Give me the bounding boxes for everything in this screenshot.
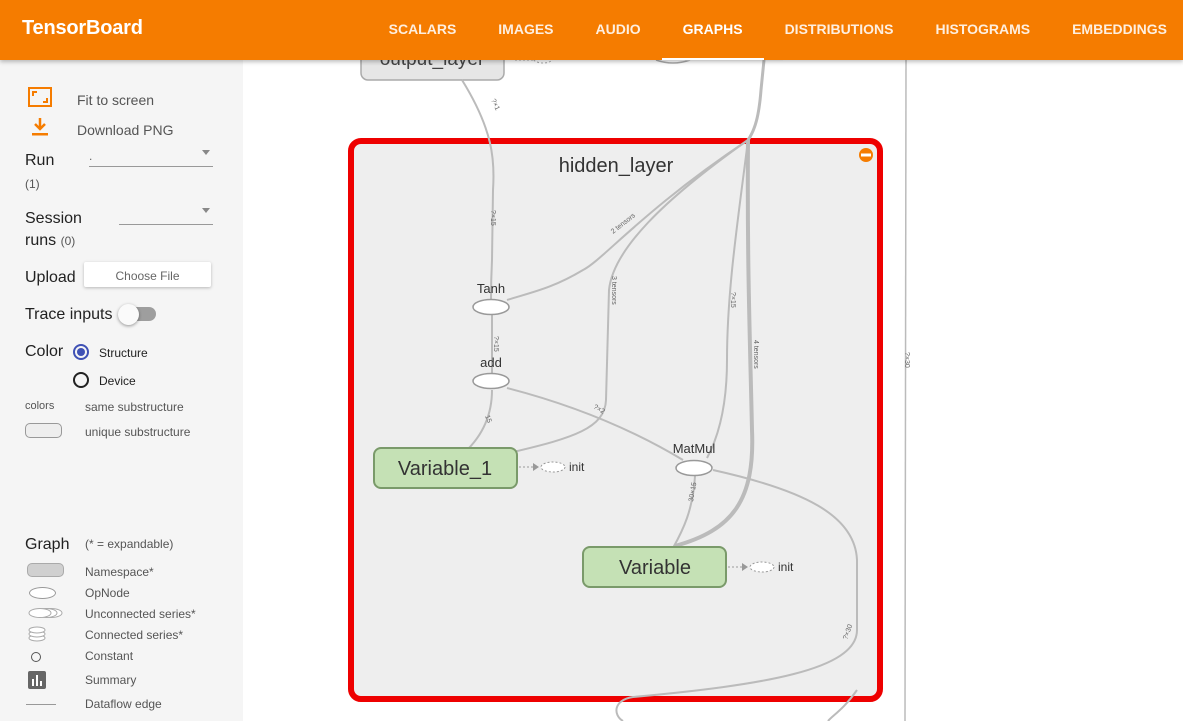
download-png-button[interactable]: Download PNG	[77, 122, 174, 138]
trace-inputs-label: Trace inputs	[25, 306, 113, 323]
edge-label-tanh-in: ?×15	[489, 210, 496, 226]
output-layer-init-stub	[515, 60, 553, 64]
top-app-bar: TensorBoard SCALARS IMAGES AUDIO GRAPHS …	[0, 0, 1183, 60]
nav-tabs: SCALARS IMAGES AUDIO GRAPHS DISTRIBUTION…	[368, 0, 1183, 60]
tab-histograms[interactable]: HISTOGRAMS	[914, 0, 1051, 60]
radio-structure-label: Structure	[99, 346, 148, 360]
output-layer-label: output_layer	[380, 60, 485, 70]
collapse-icon[interactable]	[859, 148, 873, 162]
expandable-note: (* = expandable)	[85, 537, 174, 551]
variable-label: Variable	[619, 557, 691, 579]
color-label: Color	[25, 343, 64, 360]
tanh-label: Tanh	[477, 281, 505, 296]
run-select[interactable]: .	[89, 145, 213, 167]
edge-label-matmul-in: ?×15	[729, 292, 736, 308]
variable-1-init-label: init	[569, 460, 585, 474]
edge-label-tanh-add: ?×15	[492, 336, 499, 352]
session-runs-label: runs (0)	[25, 232, 75, 250]
sidebar: Fit to screen Download PNG Run (1) . Ses…	[0, 60, 243, 721]
legend-summary: Summary	[85, 673, 137, 687]
edge-label-output-in: ?×1	[489, 98, 500, 112]
namespace-swatch	[27, 563, 64, 577]
trace-inputs-toggle-knob[interactable]	[118, 304, 139, 325]
tab-embeddings[interactable]: EMBEDDINGS	[1051, 0, 1183, 60]
radio-device-label: Device	[99, 374, 136, 388]
edge-label-four-tensors: 4 tensors	[752, 340, 759, 369]
graph-canvas[interactable]: ?×30 output_layer hidden_layer	[243, 60, 1183, 721]
tab-images[interactable]: IMAGES	[477, 0, 574, 60]
session-count: (0)	[60, 234, 76, 248]
tab-audio[interactable]: AUDIO	[575, 0, 662, 60]
tab-scalars[interactable]: SCALARS	[368, 0, 478, 60]
dataflow-swatch	[26, 704, 56, 705]
session-label: Session	[25, 210, 82, 227]
edge-top-spine	[746, 60, 766, 141]
legend-connected: Connected series*	[85, 628, 184, 642]
constant-swatch	[31, 652, 41, 662]
graph-svg[interactable]: ?×30 output_layer hidden_layer	[243, 60, 1183, 721]
unique-substructure-label: unique substructure	[85, 425, 191, 439]
same-substructure-label: same substructure	[85, 400, 184, 414]
unconnected-series-icon	[28, 608, 63, 618]
output-layer-node[interactable]: output_layer	[360, 60, 505, 81]
variable-init-label: init	[778, 560, 794, 574]
legend-constant: Constant	[85, 649, 134, 663]
opnode-swatch	[29, 587, 56, 599]
chevron-down-icon	[202, 208, 210, 213]
fit-to-screen-button[interactable]: Fit to screen	[77, 92, 154, 108]
connected-series-icon	[28, 626, 46, 642]
variable-node[interactable]: Variable	[582, 546, 727, 588]
unique-substructure-swatch	[25, 423, 62, 438]
edge-label-right: ?×30	[903, 352, 910, 368]
legend-unconnected: Unconnected series*	[85, 607, 196, 621]
run-select-value: .	[89, 149, 93, 163]
variable-1-label: Variable_1	[398, 458, 492, 480]
graph-legend-title: Graph	[25, 536, 70, 553]
chevron-down-icon	[202, 150, 210, 155]
run-label: Run	[25, 152, 55, 169]
summary-icon	[28, 671, 46, 689]
app-title: TensorBoard	[22, 17, 143, 39]
colors-caption: colors	[25, 400, 55, 412]
radio-structure[interactable]	[73, 344, 89, 360]
tab-distributions[interactable]: DISTRIBUTIONS	[764, 0, 915, 60]
radio-device[interactable]	[73, 372, 89, 388]
session-select[interactable]	[119, 203, 213, 225]
hidden-layer-title: hidden_layer	[559, 155, 674, 177]
edge-right-vertical	[904, 60, 907, 721]
matmul-label: MatMul	[673, 441, 716, 456]
upload-label: Upload	[25, 269, 76, 286]
download-icon[interactable]	[31, 117, 49, 137]
legend-opnode: OpNode	[85, 586, 130, 600]
fit-to-screen-icon[interactable]	[28, 87, 52, 107]
legend-dataflow: Dataflow edge	[85, 697, 162, 711]
run-count: (1)	[25, 177, 40, 191]
choose-file-button[interactable]: Choose File	[84, 262, 211, 287]
add-label: add	[480, 355, 502, 370]
edge-label-three-tensors: 3 tensors	[610, 276, 617, 305]
session-runs-text: runs	[25, 232, 57, 249]
tab-graphs[interactable]: GRAPHS	[661, 0, 764, 60]
legend-namespace: Namespace*	[85, 565, 154, 579]
variable-1-node[interactable]: Variable_1	[373, 447, 518, 489]
